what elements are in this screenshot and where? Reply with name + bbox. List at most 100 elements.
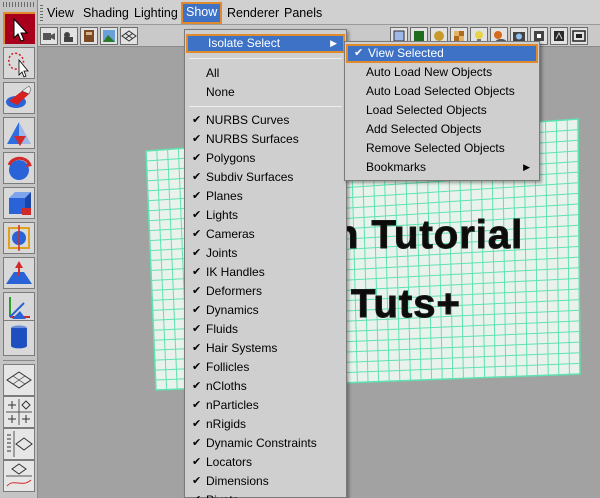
- menuitem-label: Deformers: [206, 284, 263, 298]
- menu-lighting[interactable]: Lighting: [131, 3, 181, 23]
- submenu-arrow-icon: ▶: [523, 162, 530, 172]
- isolate-select-submenu: ✔ View Selected Auto Load New Objects Auto …: [344, 41, 540, 181]
- rotate-tool-icon[interactable]: [3, 152, 35, 184]
- menuitem-label: Pivots: [206, 493, 239, 498]
- menuitem-show-planes[interactable]: ✔ Planes: [186, 187, 345, 206]
- checkmark-icon: ✔: [192, 114, 202, 126]
- menuitem-show-nrigids[interactable]: ✔ nRigids: [186, 415, 345, 434]
- menu-shading[interactable]: Shading: [80, 3, 132, 23]
- menuitem-show-nurbs-curves[interactable]: ✔ NURBS Curves: [186, 111, 345, 130]
- camera-attributes-icon[interactable]: [60, 27, 78, 45]
- select-camera-icon[interactable]: [40, 27, 58, 45]
- four-view-layout-icon[interactable]: [3, 396, 35, 428]
- scale-tool-icon[interactable]: [3, 187, 35, 219]
- submenu-item-view-selected[interactable]: ✔ View Selected: [346, 44, 538, 63]
- image-plane-icon[interactable]: [100, 27, 118, 45]
- submenu-item-load-selected-objects[interactable]: Load Selected Objects: [346, 101, 538, 120]
- checkmark-icon: ✔: [192, 209, 202, 221]
- menuitem-show-polygons[interactable]: ✔ Polygons: [186, 149, 345, 168]
- checkmark-icon: ✔: [192, 133, 202, 145]
- soft-modification-tool-icon[interactable]: [3, 257, 35, 289]
- select-tool-icon[interactable]: [3, 12, 35, 44]
- menuitem-label: Fluids: [206, 322, 239, 336]
- perspective-graph-layout-icon[interactable]: [3, 460, 35, 492]
- single-perspective-layout-icon[interactable]: [3, 364, 35, 396]
- submenu-item-auto-load-selected-objects[interactable]: Auto Load Selected Objects: [346, 82, 538, 101]
- menuitem-label: Lights: [206, 208, 239, 222]
- toolbox-divider: [3, 360, 35, 361]
- show-menu-dropdown: Isolate Select ▶ All None ✔ NURBS Curves ✔…: [184, 29, 347, 498]
- menu-panels[interactable]: Panels: [281, 3, 325, 23]
- xray-joints-icon[interactable]: [550, 27, 568, 45]
- submenu-item-label: Load Selected Objects: [366, 103, 487, 117]
- checkmark-icon: ✔: [192, 304, 202, 316]
- submenu-item-label: Auto Load Selected Objects: [366, 84, 515, 98]
- submenu-item-label: Add Selected Objects: [366, 122, 482, 136]
- checkmark-icon: ✔: [192, 171, 202, 183]
- checkmark-icon: ✔: [192, 152, 202, 164]
- resolution-gate-icon[interactable]: [570, 27, 588, 45]
- toolbox: [0, 0, 38, 498]
- menuitem-show-cameras[interactable]: ✔ Cameras: [186, 225, 345, 244]
- menuitem-show-dynamics[interactable]: ✔ Dynamics: [186, 301, 345, 320]
- checkmark-icon: ✔: [192, 323, 202, 335]
- checkmark-icon: ✔: [192, 342, 202, 354]
- paint-select-tool-icon[interactable]: [3, 82, 35, 114]
- menuitem-label: Subdiv Surfaces: [206, 170, 294, 184]
- menuitem-label: nRigids: [206, 417, 247, 431]
- checkmark-icon: ✔: [192, 380, 202, 392]
- grid-icon[interactable]: [120, 27, 138, 45]
- menuitem-all[interactable]: All: [186, 64, 345, 83]
- lasso-tool-icon[interactable]: [3, 47, 35, 79]
- menuitem-label: Cameras: [206, 227, 255, 241]
- last-tool-used-icon[interactable]: [3, 320, 35, 356]
- menubar-grip[interactable]: [40, 3, 43, 21]
- checkmark-icon: ✔: [192, 491, 201, 498]
- isolate-select-label: Isolate Select: [208, 36, 281, 50]
- menuitem-show-dimensions[interactable]: ✔ Dimensions: [186, 472, 345, 491]
- submenu-item-label: Auto Load New Objects: [366, 65, 493, 79]
- submenu-item-label: Remove Selected Objects: [366, 141, 505, 155]
- checkmark-icon: ✔: [192, 247, 202, 259]
- checkmark-icon: ✔: [192, 418, 202, 430]
- submenu-item-bookmarks[interactable]: Bookmarks ▶: [346, 158, 538, 177]
- menuitem-show-pivots[interactable]: ✔ Pivots: [186, 491, 345, 498]
- submenu-item-auto-load-new-objects[interactable]: Auto Load New Objects: [346, 63, 538, 82]
- universal-manipulator-icon[interactable]: [3, 222, 35, 254]
- menuitem-label: nCloths: [206, 379, 247, 393]
- bookmarks-icon[interactable]: [80, 27, 98, 45]
- checkmark-icon: ✔: [192, 437, 202, 449]
- menu-renderer[interactable]: Renderer: [224, 3, 282, 23]
- checkmark-icon: ✔: [192, 475, 202, 487]
- move-tool-icon[interactable]: [3, 117, 35, 149]
- menuitem-show-ncloths[interactable]: ✔ nCloths: [186, 377, 345, 396]
- menuitem-show-subdiv-surfaces[interactable]: ✔ Subdiv Surfaces: [186, 168, 345, 187]
- outliner-perspective-layout-icon[interactable]: [3, 428, 35, 460]
- menuitem-label: nParticles: [206, 398, 259, 412]
- menuitem-label: Planes: [206, 189, 243, 203]
- menuitem-label: NURBS Surfaces: [206, 132, 299, 146]
- menu-view[interactable]: View: [44, 3, 77, 23]
- menu-show[interactable]: Show: [181, 2, 223, 24]
- menuitem-show-nurbs-surfaces[interactable]: ✔ NURBS Surfaces: [186, 130, 345, 149]
- menuitem-show-dynamic-constraints[interactable]: ✔ Dynamic Constraints: [186, 434, 345, 453]
- checkmark-icon: ✔: [192, 361, 202, 373]
- submenu-item-add-selected-objects[interactable]: Add Selected Objects: [346, 120, 538, 139]
- toolbox-grip[interactable]: [3, 2, 35, 7]
- menuitem-none[interactable]: None: [186, 83, 345, 102]
- menuitem-label: IK Handles: [206, 265, 265, 279]
- menuitem-show-locators[interactable]: ✔ Locators: [186, 453, 345, 472]
- menuitem-show-hair-systems[interactable]: ✔ Hair Systems: [186, 339, 345, 358]
- menuitem-label: Polygons: [206, 151, 256, 165]
- menuitem-show-nparticles[interactable]: ✔ nParticles: [186, 396, 345, 415]
- menuitem-show-follicles[interactable]: ✔ Follicles: [186, 358, 345, 377]
- menuitem-show-joints[interactable]: ✔ Joints: [186, 244, 345, 263]
- menuitem-isolate-select[interactable]: Isolate Select ▶: [186, 34, 345, 53]
- menuitem-show-fluids[interactable]: ✔ Fluids: [186, 320, 345, 339]
- menuitem-show-ik-handles[interactable]: ✔ IK Handles: [186, 263, 345, 282]
- menuitem-show-lights[interactable]: ✔ Lights: [186, 206, 345, 225]
- checkmark-icon: ✔: [354, 47, 364, 59]
- submenu-item-remove-selected-objects[interactable]: Remove Selected Objects: [346, 139, 538, 158]
- menuitem-show-deformers[interactable]: ✔ Deformers: [186, 282, 345, 301]
- menuitem-label: Follicles: [206, 360, 250, 374]
